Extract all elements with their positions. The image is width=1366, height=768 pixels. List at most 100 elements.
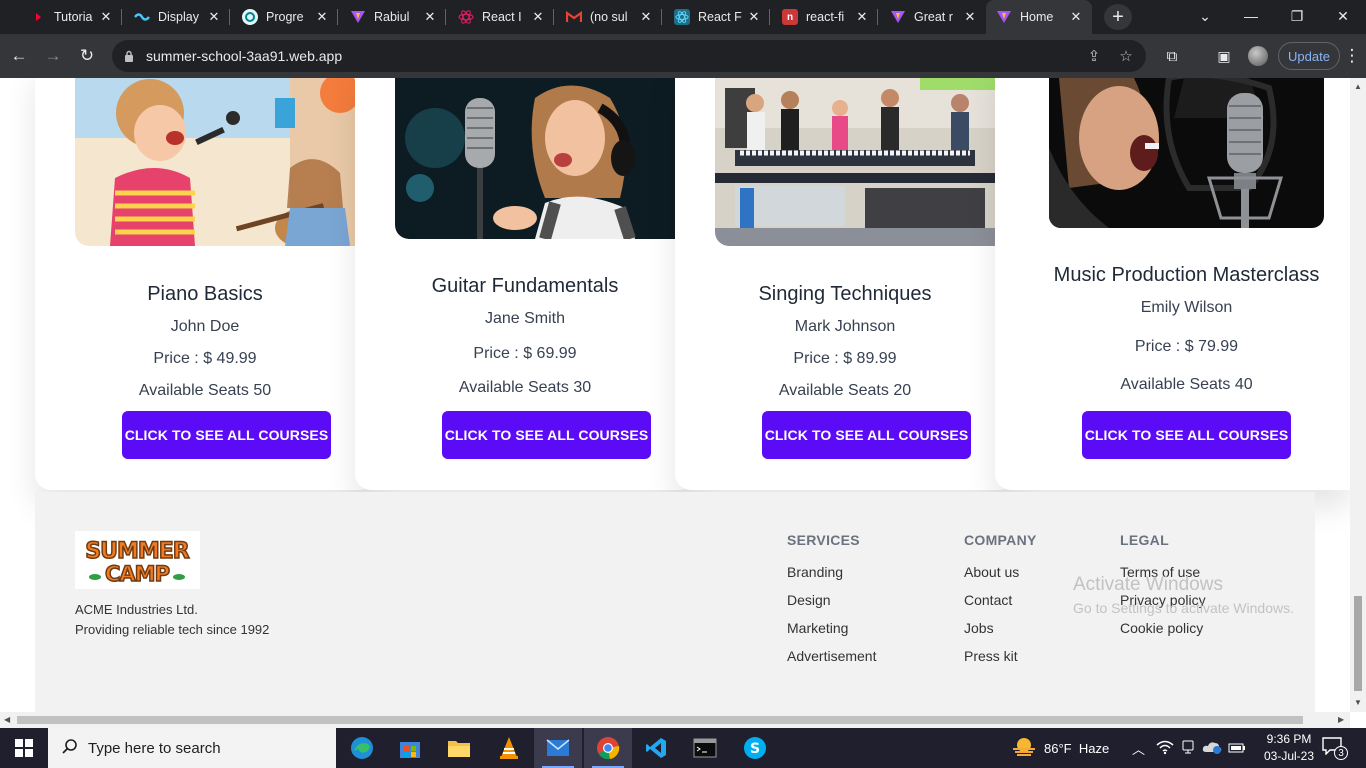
onedrive-sync-icon[interactable] xyxy=(1202,740,1222,759)
address-bar[interactable]: summer-school-3aa91.web.app ⇪ ☆ xyxy=(112,40,1146,72)
chevron-up-icon[interactable]: ︿ xyxy=(1132,739,1145,758)
see-all-courses-button[interactable]: CLICK TO SEE ALL COURSES xyxy=(122,411,331,459)
extensions-icon[interactable]: ⧉ xyxy=(1158,42,1186,70)
footer-link[interactable]: Marketing xyxy=(787,620,876,636)
tab-search-icon[interactable]: ⌄ xyxy=(1182,0,1228,32)
browser-tab[interactable]: React F ✕ xyxy=(664,0,770,34)
reload-icon[interactable]: ↻ xyxy=(73,42,101,70)
course-title: Piano Basics xyxy=(147,283,263,305)
footer-link[interactable]: Jobs xyxy=(964,620,1037,636)
see-all-courses-button[interactable]: CLICK TO SEE ALL COURSES xyxy=(1082,411,1291,459)
close-icon[interactable]: ✕ xyxy=(314,9,330,25)
svg-text:SUMMER: SUMMER xyxy=(85,539,190,564)
side-panel-icon[interactable]: ▣ xyxy=(1210,42,1238,70)
browser-tab[interactable]: Tutoria ✕ xyxy=(20,0,122,34)
lock-icon[interactable] xyxy=(112,50,146,62)
footer-link[interactable]: Branding xyxy=(787,564,876,580)
notification-center-icon[interactable]: 3 xyxy=(1322,737,1348,760)
back-icon[interactable]: ← xyxy=(5,42,33,70)
window-close-button[interactable]: ✕ xyxy=(1320,0,1366,32)
close-icon[interactable]: ✕ xyxy=(854,9,870,25)
weather-widget[interactable]: 86°F Haze xyxy=(1012,728,1109,768)
vscode-icon[interactable] xyxy=(632,728,680,768)
browser-tab[interactable]: Great r ✕ xyxy=(880,0,986,34)
gmail-icon xyxy=(566,9,582,25)
course-price: Price : $ 89.99 xyxy=(793,350,897,367)
npm-icon: n xyxy=(782,9,798,25)
tab-title: Rabiul xyxy=(374,10,410,24)
tab-title: react-fi xyxy=(806,10,845,24)
course-image xyxy=(715,78,995,246)
scroll-down-icon[interactable]: ▼ xyxy=(1354,698,1362,707)
share-icon[interactable]: ⇪ xyxy=(1084,46,1104,66)
wifi-icon[interactable] xyxy=(1156,739,1174,760)
footer-link[interactable]: Design xyxy=(787,592,876,608)
skype-icon[interactable]: S xyxy=(731,728,779,768)
vlc-icon[interactable] xyxy=(485,728,533,768)
close-icon[interactable]: ✕ xyxy=(962,9,978,25)
more-menu-icon[interactable]: ⋮ xyxy=(1338,42,1366,70)
battery-icon[interactable] xyxy=(1228,741,1246,759)
see-all-courses-button[interactable]: CLICK TO SEE ALL COURSES xyxy=(442,411,651,459)
scroll-up-icon[interactable]: ▲ xyxy=(1354,82,1362,91)
mail-icon[interactable] xyxy=(534,728,582,768)
vite-icon xyxy=(890,9,906,25)
forward-icon[interactable]: → xyxy=(39,42,67,70)
tab-title: Display xyxy=(158,10,199,24)
footer-link[interactable]: Cookie policy xyxy=(1120,620,1206,636)
footer-link[interactable]: Advertisement xyxy=(787,648,876,664)
browser-tab[interactable]: Display ✕ xyxy=(124,0,230,34)
vite-icon xyxy=(350,9,366,25)
taskbar-search-box[interactable]: Type here to search xyxy=(48,728,336,768)
update-button[interactable]: Update xyxy=(1278,42,1340,70)
browser-tab[interactable]: Progre ✕ xyxy=(232,0,338,34)
close-icon[interactable]: ✕ xyxy=(206,9,222,25)
scroll-right-icon[interactable]: ▶ xyxy=(1338,715,1344,724)
footer-link[interactable]: Press kit xyxy=(964,648,1037,664)
close-icon[interactable]: ✕ xyxy=(746,9,762,25)
vite-icon xyxy=(996,9,1012,25)
search-placeholder: Type here to search xyxy=(88,739,221,757)
edge-icon[interactable] xyxy=(338,728,386,768)
vertical-scrollbar[interactable]: ▲ ▼ xyxy=(1350,78,1366,712)
tab-title: Home xyxy=(1020,10,1054,24)
footer-column-company: COMPANY About us Contact Jobs Press kit xyxy=(964,532,1037,676)
close-icon[interactable]: ✕ xyxy=(98,9,114,25)
course-price: Price : $ 69.99 xyxy=(473,345,577,362)
course-instructor: Mark Johnson xyxy=(794,318,896,335)
company-info: ACME Industries Ltd. Providing reliable … xyxy=(75,600,269,640)
close-icon[interactable]: ✕ xyxy=(530,9,546,25)
footer-link[interactable]: Contact xyxy=(964,592,1037,608)
bookmark-star-icon[interactable]: ☆ xyxy=(1116,46,1136,66)
svg-text:CAMP: CAMP xyxy=(105,562,170,586)
browser-tab-active[interactable]: Home ✕ xyxy=(986,0,1092,34)
summer-camp-logo[interactable]: SUMMER CAMP xyxy=(75,531,200,589)
store-icon[interactable] xyxy=(386,728,434,768)
close-icon[interactable]: ✕ xyxy=(1068,9,1084,25)
close-icon[interactable]: ✕ xyxy=(422,9,438,25)
url-text[interactable]: summer-school-3aa91.web.app xyxy=(146,48,342,64)
browser-tab[interactable]: n react-fi ✕ xyxy=(772,0,878,34)
minimize-button[interactable]: — xyxy=(1228,0,1274,32)
terminal-icon[interactable] xyxy=(681,728,729,768)
horizontal-scroll-thumb[interactable] xyxy=(17,716,1303,724)
device-icon[interactable] xyxy=(1180,740,1196,759)
restore-button[interactable]: ❐ xyxy=(1274,0,1320,32)
browser-tab[interactable]: Rabiul ✕ xyxy=(340,0,446,34)
footer-link[interactable]: About us xyxy=(964,564,1037,580)
see-all-courses-button[interactable]: CLICK TO SEE ALL COURSES xyxy=(762,411,971,459)
new-tab-button[interactable]: + xyxy=(1104,4,1132,30)
course-instructor: John Doe xyxy=(170,318,240,335)
horizontal-scrollbar[interactable]: ◀ ▶ xyxy=(0,712,1350,728)
browser-tab[interactable]: React I ✕ xyxy=(448,0,554,34)
browser-tab[interactable]: (no sul ✕ xyxy=(556,0,662,34)
vertical-scroll-thumb[interactable] xyxy=(1354,596,1362,691)
taskbar-clock[interactable]: 9:36 PM 03-Jul-23 xyxy=(1254,731,1324,765)
chrome-icon[interactable] xyxy=(584,728,632,768)
close-icon[interactable]: ✕ xyxy=(638,9,654,25)
clock-time: 9:36 PM xyxy=(1266,732,1312,746)
file-explorer-icon[interactable] xyxy=(435,728,483,768)
scroll-left-icon[interactable]: ◀ xyxy=(4,715,10,724)
profile-avatar[interactable] xyxy=(1248,46,1268,66)
windows-start-icon[interactable] xyxy=(0,728,48,768)
